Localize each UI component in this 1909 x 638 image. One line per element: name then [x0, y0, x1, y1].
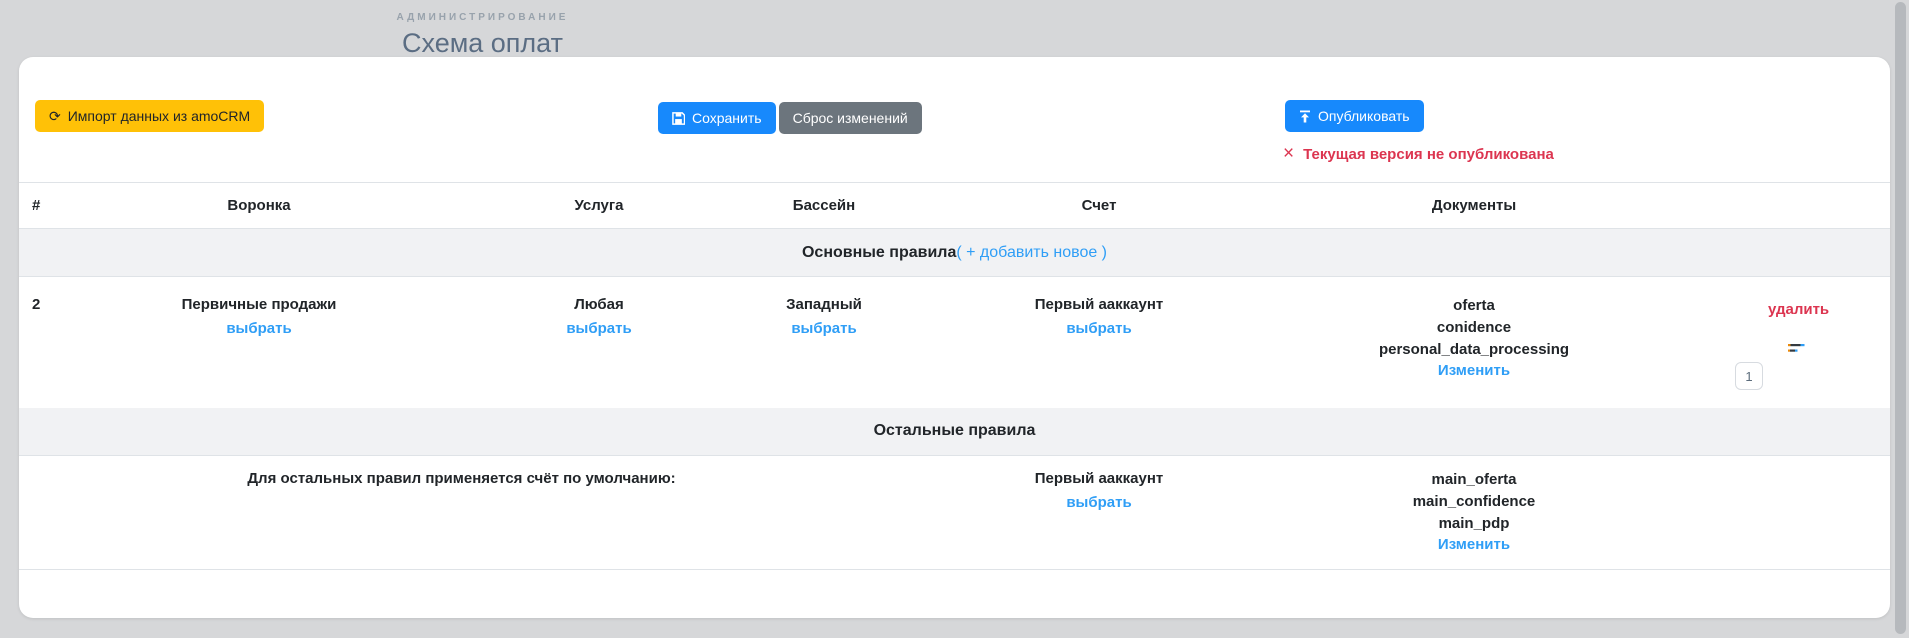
import-amocrm-label: Импорт данных из amoCRM	[67, 108, 251, 124]
sort-lines-icon[interactable]	[1788, 343, 1805, 353]
account-value: Первый ааккаунт	[1034, 296, 1164, 313]
service-choose-link[interactable]: выбрать	[566, 320, 631, 337]
section-main-rules: Основные правила( + добавить новое )	[19, 228, 1890, 277]
page-title: Схема оплат	[402, 28, 563, 58]
default-account-value: Первый ааккаунт	[1034, 470, 1164, 487]
account-choose-link[interactable]: выбрать	[1066, 320, 1131, 337]
publish-label: Опубликовать	[1318, 108, 1410, 124]
column-header-service: Услуга	[454, 182, 744, 229]
default-rule-description: Для остальных правил применяется счёт по…	[19, 455, 904, 570]
status-message: × Текущая версия не опубликована	[1283, 143, 1554, 164]
document-item: main_pdp	[1438, 515, 1510, 532]
pool-choose-link[interactable]: выбрать	[791, 320, 856, 337]
error-x-icon: ×	[1283, 143, 1295, 164]
save-reset-group: Сохранить Сброс изменений	[658, 102, 922, 134]
rule-row: 2 Первичные продажи выбрать Любая выбрат…	[19, 277, 1890, 408]
column-header-funnel: Воронка	[64, 182, 454, 229]
column-header-actions	[1654, 182, 1890, 229]
document-item: oferta	[1453, 297, 1495, 314]
page-header: АДМИНИСТРИРОВАНИЕ Схема оплат	[0, 12, 965, 59]
default-rule-row: Для остальных правил применяется счёт по…	[19, 455, 1890, 570]
publish-button[interactable]: Опубликовать	[1285, 100, 1424, 132]
scrollbar-thumb[interactable]	[1895, 2, 1906, 634]
service-value: Любая	[574, 296, 624, 313]
save-button[interactable]: Сохранить	[658, 102, 776, 134]
document-item: conidence	[1436, 319, 1512, 336]
funnel-value: Первичные продажи	[181, 296, 337, 313]
status-text: Текущая версия не опубликована	[1303, 146, 1554, 163]
edit-default-documents-link[interactable]: Изменить	[1438, 536, 1510, 553]
column-header-account: Счет	[904, 182, 1294, 229]
column-header-pool: Бассейн	[744, 182, 904, 229]
order-input[interactable]	[1735, 362, 1763, 390]
save-icon	[672, 111, 685, 125]
delete-rule-link[interactable]: удалить	[1768, 301, 1829, 318]
upload-icon	[1300, 110, 1310, 122]
section-other-rules: Остальные правила	[19, 407, 1890, 456]
column-header-num: #	[19, 182, 64, 229]
pool-value: Западный	[786, 296, 862, 313]
import-amocrm-button[interactable]: ⟳ Импорт данных из amoCRM	[35, 100, 265, 132]
column-header-documents: Документы	[1294, 182, 1654, 229]
rule-number: 2	[32, 296, 41, 313]
reset-label: Сброс изменений	[792, 110, 908, 126]
add-new-rule-link[interactable]: ( + добавить новое )	[956, 244, 1107, 261]
content-card: ⟳ Импорт данных из amoCRM Сохранить Сбро…	[19, 57, 1890, 618]
edit-documents-link[interactable]: Изменить	[1438, 362, 1510, 379]
document-item: main_oferta	[1431, 471, 1517, 488]
page-eyebrow: АДМИНИСТРИРОВАНИЕ	[396, 12, 569, 23]
table-header-row: # Воронка Услуга Бассейн Счет Документы	[19, 182, 1890, 229]
other-rules-title: Остальные правила	[873, 422, 1036, 440]
document-item: personal_data_processing	[1378, 341, 1570, 358]
reset-button[interactable]: Сброс изменений	[778, 102, 922, 134]
default-account-choose-link[interactable]: выбрать	[1066, 494, 1131, 511]
refresh-icon: ⟳	[49, 108, 61, 124]
save-label: Сохранить	[692, 110, 762, 126]
funnel-choose-link[interactable]: выбрать	[226, 320, 291, 337]
main-rules-title: Основные правила	[801, 243, 957, 261]
page-scrollbar[interactable]	[1895, 0, 1906, 638]
payment-rules-table: # Воронка Услуга Бассейн Счет Документы …	[19, 182, 1890, 570]
document-item: main_confidence	[1412, 493, 1536, 510]
